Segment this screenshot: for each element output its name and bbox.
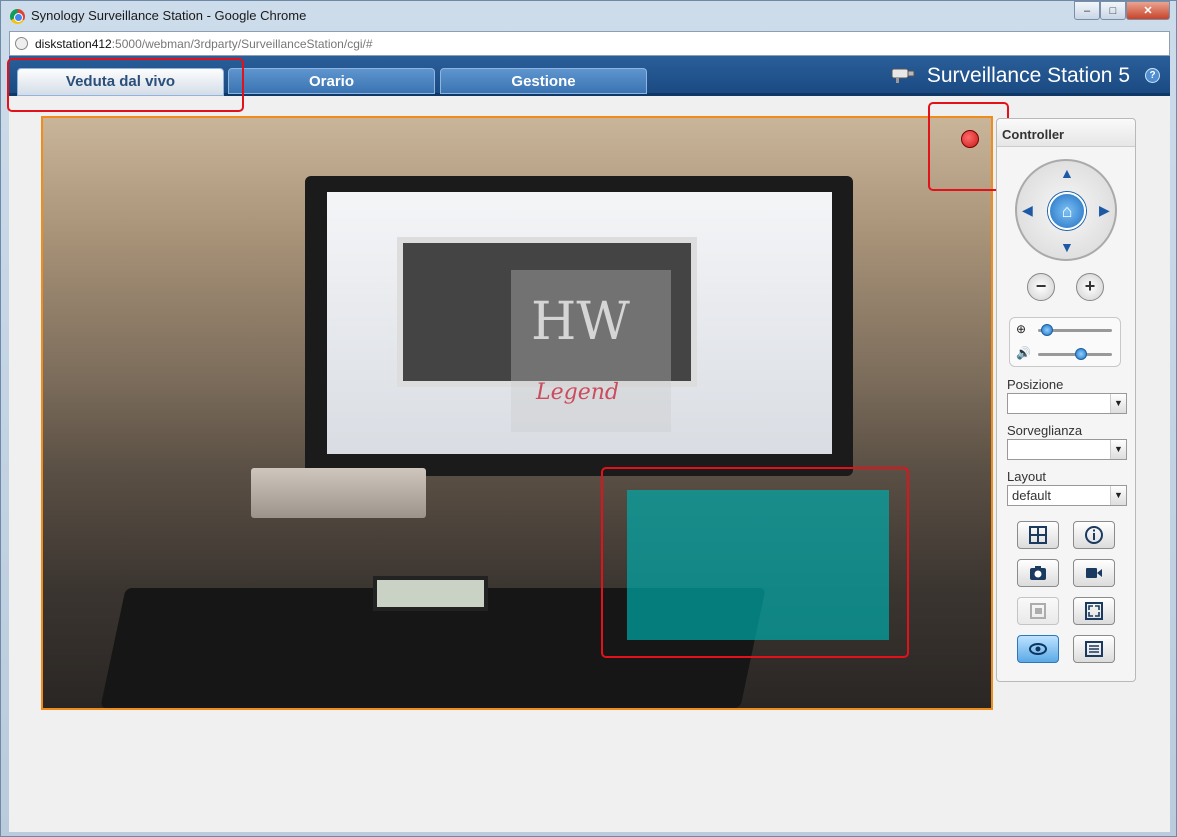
url-path: :5000/webman/3rdparty/SurveillanceStatio…	[111, 37, 373, 51]
watermark-sub-text: Legend	[536, 380, 619, 405]
record-button[interactable]	[1073, 559, 1115, 587]
chevron-down-icon[interactable]: ▼	[1110, 486, 1126, 505]
tab-management[interactable]: Gestione	[440, 68, 647, 94]
surveillance-app: Veduta dal vivo Orario Gestione Surveill…	[7, 56, 1170, 832]
zoom-in-button[interactable]: +	[1076, 273, 1104, 301]
app-brand-title: Surveillance Station 5	[926, 64, 1130, 87]
page-icon	[15, 37, 28, 50]
ptz-home-button[interactable]: ⌂	[1048, 192, 1086, 230]
fullscreen-button[interactable]	[1073, 597, 1115, 625]
motion-detection-button[interactable]	[1017, 635, 1059, 663]
pan-right-icon[interactable]: ▶	[1099, 202, 1110, 219]
pan-down-icon[interactable]: ▼	[1060, 239, 1074, 255]
highlight-motion-box	[601, 467, 909, 658]
snapshot-view-button[interactable]	[1017, 597, 1059, 625]
ptz-direction-pad[interactable]: ▲ ▼ ◀ ▶ ⌂	[1015, 159, 1117, 261]
highlight-tab-box	[7, 58, 244, 112]
zoom-out-button[interactable]: −	[1027, 273, 1055, 301]
volume-slider-handle[interactable]	[1075, 348, 1088, 360]
event-list-icon	[1085, 641, 1103, 657]
position-label: Posizione	[1007, 377, 1064, 392]
maximize-button[interactable]: □	[1100, 1, 1126, 20]
patrol-select[interactable]: ▼	[1007, 439, 1127, 460]
snapshot-button[interactable]	[1017, 559, 1059, 587]
scene-device	[251, 468, 426, 518]
motion-detection-icon	[1029, 643, 1047, 655]
speaker-icon: 🔊	[1016, 346, 1031, 360]
address-bar[interactable]: diskstation412:5000/webman/3rdparty/Surv…	[9, 31, 1170, 56]
chrome-icon	[10, 9, 25, 24]
snapshot-camera-icon	[1030, 566, 1046, 580]
snapshot-view-icon	[1030, 603, 1046, 619]
close-button[interactable]: ✕	[1126, 1, 1170, 20]
zoom-slider-row: ⊕	[1010, 318, 1120, 342]
info-button[interactable]	[1073, 521, 1115, 549]
layout-grid-button[interactable]	[1017, 521, 1059, 549]
window-title: Synology Surveillance Station - Google C…	[31, 8, 307, 23]
browser-window: Synology Surveillance Station - Google C…	[0, 0, 1177, 837]
fullscreen-icon	[1085, 602, 1103, 620]
help-icon[interactable]: ?	[1145, 68, 1160, 83]
info-icon	[1085, 526, 1103, 544]
pan-up-icon[interactable]: ▲	[1060, 165, 1074, 181]
layout-label: Layout	[1007, 469, 1047, 484]
minimize-button[interactable]: ‒	[1074, 1, 1100, 20]
patrol-label: Sorveglianza	[1007, 423, 1083, 438]
position-select[interactable]: ▼	[1007, 393, 1127, 414]
layout-value: default	[1012, 488, 1052, 503]
tab-schedule[interactable]: Orario	[228, 68, 435, 94]
slider-group: ⊕ 🔊	[1009, 317, 1121, 367]
volume-slider-row: 🔊	[1010, 342, 1120, 366]
layout-select[interactable]: default ▼	[1007, 485, 1127, 506]
url-host: diskstation412	[35, 37, 112, 51]
scene-keyboard-display	[373, 576, 488, 611]
url-text[interactable]: diskstation412:5000/webman/3rdparty/Surv…	[35, 37, 373, 51]
chevron-down-icon[interactable]: ▼	[1110, 394, 1126, 413]
zoom-slider[interactable]	[1038, 324, 1112, 336]
magnifier-icon: ⊕	[1016, 322, 1027, 336]
window-controls: ‒ □ ✕	[1074, 1, 1170, 20]
pan-left-icon[interactable]: ◀	[1022, 202, 1033, 219]
zoom-slider-handle[interactable]	[1041, 324, 1054, 336]
event-list-button[interactable]	[1073, 635, 1115, 663]
title-bar: Synology Surveillance Station - Google C…	[1, 1, 1177, 31]
chevron-down-icon[interactable]: ▼	[1110, 440, 1126, 459]
controller-title: Controller	[997, 119, 1135, 147]
volume-slider[interactable]	[1038, 348, 1112, 360]
video-record-icon	[1086, 568, 1102, 578]
watermark-main-text: HW	[531, 292, 630, 352]
layout-grid-icon	[1029, 526, 1047, 544]
watermark-logo: HW Legend	[511, 270, 671, 432]
surveillance-camera-icon	[891, 68, 915, 83]
controller-panel: Controller ▲ ▼ ◀ ▶ ⌂ − + ⊕ 🔊 Posizione ▼…	[996, 118, 1136, 682]
